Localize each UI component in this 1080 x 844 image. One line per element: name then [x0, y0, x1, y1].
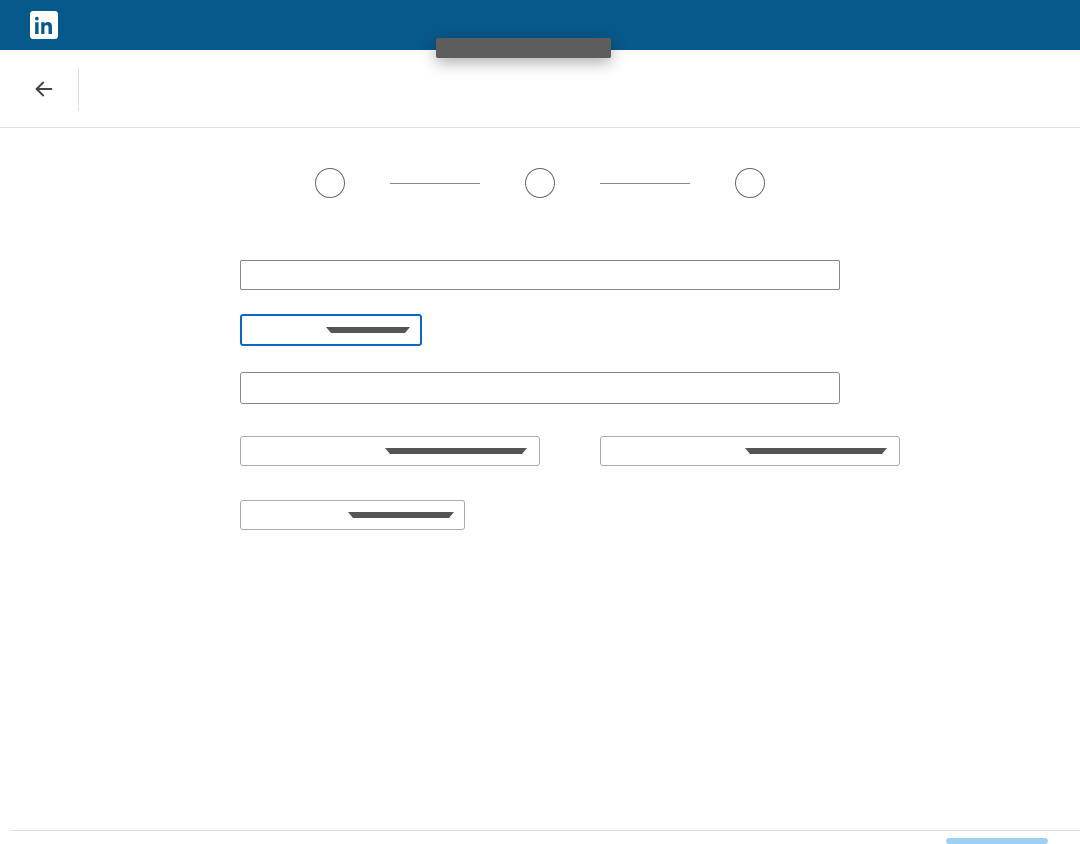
step-indicator	[270, 168, 810, 202]
next-button[interactable]	[946, 838, 1048, 844]
content-area	[0, 128, 1080, 530]
vertical-divider	[78, 67, 79, 111]
page-subheader	[0, 50, 1080, 128]
views-select[interactable]	[600, 436, 900, 466]
value-select[interactable]	[240, 372, 840, 404]
main-form	[240, 232, 840, 530]
behavior-dropdown[interactable]	[436, 38, 611, 58]
step-connector	[390, 183, 480, 184]
step-1	[270, 168, 390, 202]
bottom-bar	[10, 830, 1080, 842]
chevron-down-icon	[326, 327, 410, 333]
conversion-name-input[interactable]	[240, 260, 840, 290]
step-connector	[600, 183, 690, 184]
step-3-circle	[735, 168, 765, 198]
behavior-select[interactable]	[240, 314, 422, 346]
attribution-select[interactable]	[240, 500, 465, 530]
back-arrow-icon[interactable]	[30, 75, 58, 103]
chevron-down-icon	[348, 512, 455, 518]
step-3	[690, 168, 810, 202]
step-2	[480, 168, 600, 202]
clicks-select[interactable]	[240, 436, 540, 466]
chevron-down-icon	[745, 448, 887, 454]
step-2-circle	[525, 168, 555, 198]
linkedin-logo-icon	[30, 11, 58, 39]
step-1-circle	[315, 168, 345, 198]
chevron-down-icon	[385, 448, 527, 454]
timeframe-row	[240, 428, 840, 466]
